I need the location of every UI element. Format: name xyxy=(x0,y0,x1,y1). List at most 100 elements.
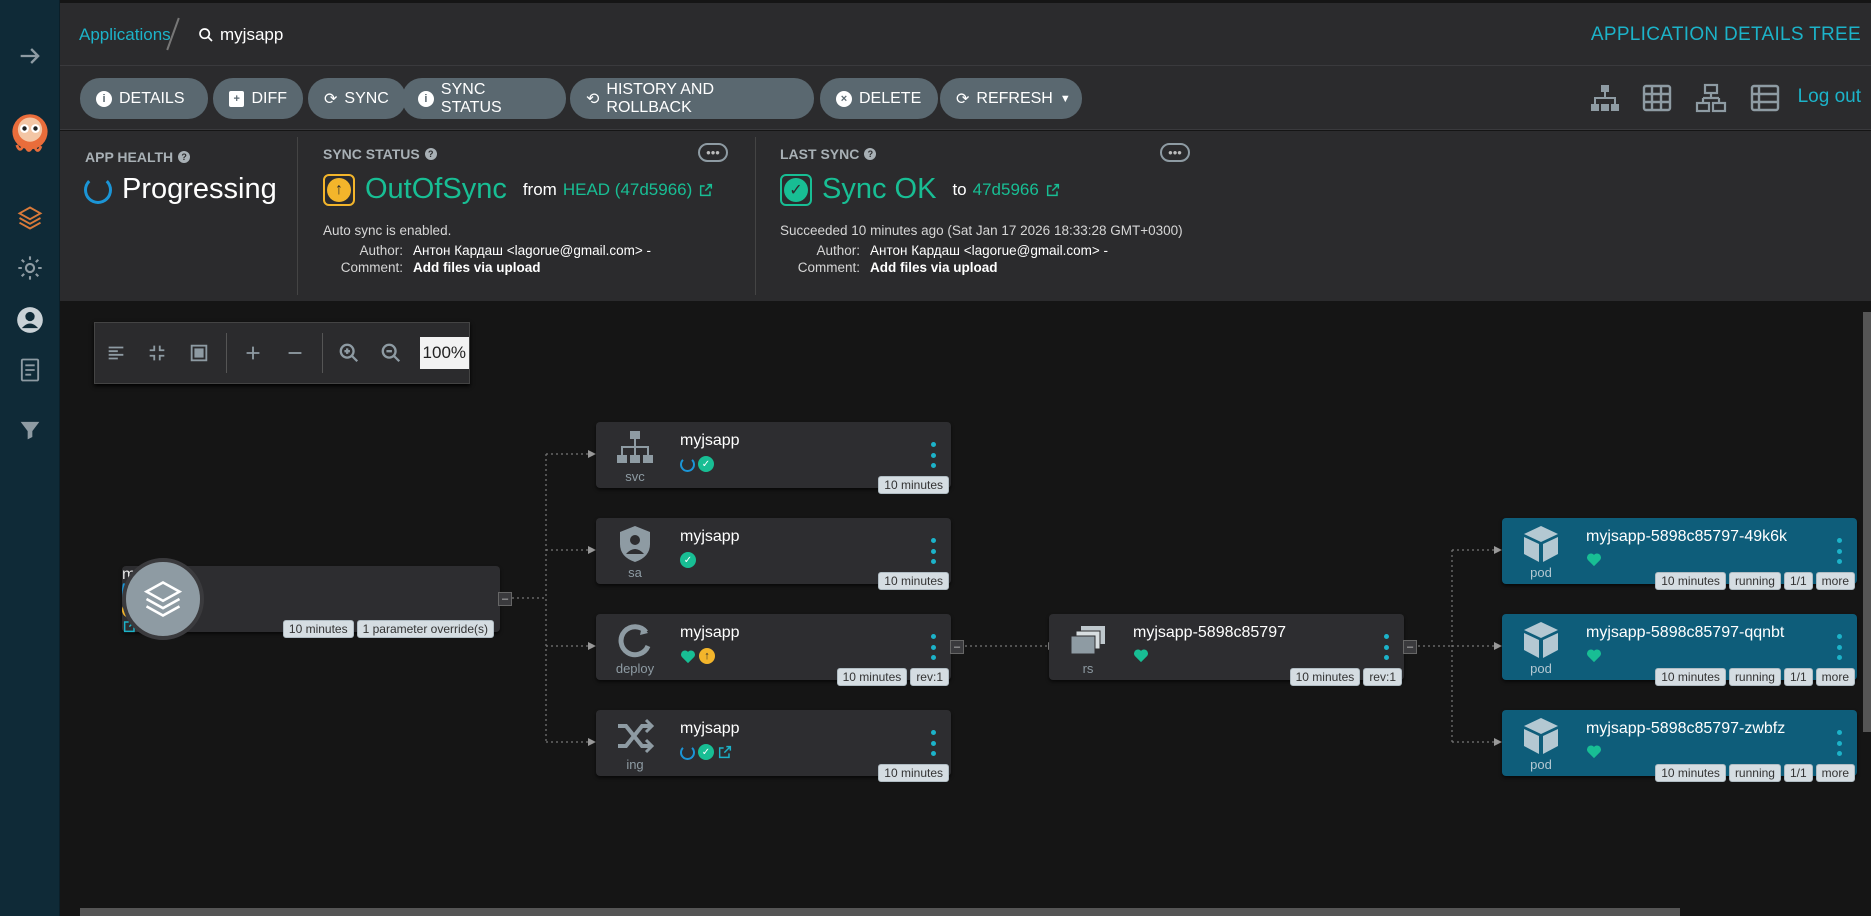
user-info-icon[interactable] xyxy=(0,300,60,340)
list-view-icon[interactable] xyxy=(1748,82,1782,114)
sync-status-more-button[interactable]: ••• xyxy=(698,143,728,162)
network-view-icon[interactable] xyxy=(1694,82,1728,114)
last-sync-heading: LAST SYNC ? xyxy=(780,146,877,162)
resource-node-deploy[interactable]: deploy myjsapp ↑ 10 minutes rev:1 xyxy=(596,614,951,686)
app-health-label: APP HEALTH xyxy=(85,149,174,165)
filter-icon[interactable] xyxy=(0,410,60,450)
kind-label: ing xyxy=(626,757,644,772)
vertical-scrollbar[interactable] xyxy=(1863,312,1871,732)
resource-node-pod[interactable]: pod myjsapp-5898c85797-49k6k 10 minutes … xyxy=(1502,518,1857,590)
search-icon xyxy=(199,28,213,42)
node-name: myjsapp-5898c85797-qqnbt xyxy=(1586,624,1785,641)
app-node[interactable]: myjsapp ↑ 10 minutes 1 parameter overrid… xyxy=(122,558,500,640)
history-rollback-button[interactable]: ⟲ HISTORY AND ROLLBACK xyxy=(570,78,814,119)
sync-revision-link[interactable]: HEAD (47d5966) xyxy=(563,180,692,200)
align-left-icon[interactable] xyxy=(95,333,137,373)
collapse-toggle[interactable]: – xyxy=(950,640,964,654)
delete-button[interactable]: × DELETE xyxy=(820,78,938,119)
sync-comment-row: Comment: Add files via upload xyxy=(323,260,541,275)
node-menu-button[interactable] xyxy=(1837,634,1843,660)
compact-icon[interactable] xyxy=(137,333,179,373)
documentation-icon[interactable] xyxy=(0,350,60,390)
argo-logo-icon[interactable] xyxy=(0,104,60,164)
app-health-text: Progressing xyxy=(122,173,277,205)
help-icon[interactable]: ? xyxy=(424,148,437,160)
resource-node-ing[interactable]: ing myjsapp ✓ 10 minutes xyxy=(596,710,951,782)
zoom-in-icon[interactable] xyxy=(329,333,371,373)
sync-label: SYNC xyxy=(344,89,389,107)
node-menu-button[interactable] xyxy=(1837,730,1843,756)
author-key: Author: xyxy=(359,243,403,258)
fit-to-screen-icon[interactable] xyxy=(178,333,220,373)
resource-node-pod[interactable]: pod myjsapp-5898c85797-zwbfz 10 minutes … xyxy=(1502,710,1857,782)
collapse-toggle[interactable]: – xyxy=(1403,640,1417,654)
tag-more[interactable]: more xyxy=(1815,668,1855,686)
node-name: myjsapp-5898c85797-zwbfz xyxy=(1586,720,1786,737)
external-link-icon[interactable] xyxy=(1045,182,1061,198)
progressing-spinner-icon xyxy=(84,175,112,204)
tag-more[interactable]: more xyxy=(1815,764,1855,782)
node-tags: 10 minutes xyxy=(878,764,949,782)
applications-stack-icon[interactable] xyxy=(0,198,60,238)
details-label: DETAILS xyxy=(119,89,185,107)
tag-revision: rev:1 xyxy=(910,668,949,686)
sync-button[interactable]: ⟳ SYNC xyxy=(308,78,406,119)
tag-more[interactable]: more xyxy=(1815,572,1855,590)
resource-node-svc[interactable]: svc myjsapp ✓ 10 minutes xyxy=(596,422,951,494)
tag-parameter-override: 1 parameter override(s) xyxy=(356,620,494,638)
zoom-out-icon[interactable] xyxy=(370,333,412,373)
tag-ready: 1/1 xyxy=(1783,668,1813,686)
external-link-icon[interactable] xyxy=(717,744,733,760)
last-sync-text: Sync OK xyxy=(822,173,937,205)
tag-age: 10 minutes xyxy=(1655,572,1726,590)
collapse-minus-icon[interactable] xyxy=(274,333,316,373)
breadcrumb-current-app[interactable]: myjsapp xyxy=(198,25,283,45)
node-name: myjsapp xyxy=(680,720,740,737)
expand-arrow-icon[interactable] xyxy=(0,36,60,76)
refresh-button[interactable]: ⟳ REFRESH ▼ xyxy=(940,78,1082,119)
settings-gear-icon[interactable] xyxy=(0,248,60,288)
node-menu-button[interactable] xyxy=(931,634,937,660)
sidebar xyxy=(0,0,60,916)
expand-plus-icon[interactable] xyxy=(233,333,275,373)
breadcrumb-applications-link[interactable]: Applications xyxy=(79,25,171,45)
node-status xyxy=(1133,648,1149,663)
resource-node-rs[interactable]: rs myjsapp-5898c85797 10 minutes rev:1 xyxy=(1049,614,1404,686)
healthy-heart-icon xyxy=(680,649,696,664)
pods-grid-view-icon[interactable] xyxy=(1640,82,1674,114)
last-sync-value: ✓ Sync OK to 47d5966 xyxy=(780,173,1061,206)
current-app-name: myjsapp xyxy=(220,25,284,44)
node-menu-button[interactable] xyxy=(931,442,937,468)
collapse-toggle[interactable]: – xyxy=(498,592,512,606)
ingress-shuffle-icon xyxy=(610,716,660,756)
pod-cube-icon xyxy=(1516,524,1566,564)
service-account-icon xyxy=(610,524,660,564)
resource-node-sa[interactable]: sa myjsapp ✓ 10 minutes xyxy=(596,518,951,590)
external-link-icon[interactable] xyxy=(698,182,714,198)
node-menu-button[interactable] xyxy=(1837,538,1843,564)
tag-ready: 1/1 xyxy=(1783,764,1813,782)
node-name: myjsapp-5898c85797 xyxy=(1133,624,1286,641)
tag-phase: running xyxy=(1728,572,1781,590)
node-menu-button[interactable] xyxy=(1384,634,1390,660)
diff-button[interactable]: + DIFF xyxy=(213,78,303,119)
tag-ready: 1/1 xyxy=(1783,572,1813,590)
author-value: Антон Кардаш <lagorue@gmail.com> - xyxy=(413,243,652,258)
tree-view-icon[interactable] xyxy=(1588,82,1622,114)
resource-tree-graph[interactable]: 100% myjsapp ↑ 10 minutes 1 parameter ov… xyxy=(60,302,1871,916)
close-circle-icon: × xyxy=(836,90,852,107)
resource-node-pod[interactable]: pod myjsapp-5898c85797-qqnbt 10 minutes … xyxy=(1502,614,1857,686)
node-menu-button[interactable] xyxy=(931,538,937,564)
details-button[interactable]: i DETAILS xyxy=(80,78,208,119)
last-sync-more-button[interactable]: ••• xyxy=(1160,143,1190,162)
help-icon[interactable]: ? xyxy=(864,148,877,160)
out-of-sync-icon: ↑ xyxy=(699,648,715,664)
last-sync-revision-link[interactable]: 47d5966 xyxy=(973,180,1039,200)
sync-status-button[interactable]: i SYNC STATUS xyxy=(402,78,566,119)
logout-link[interactable]: Log out xyxy=(1798,86,1861,108)
horizontal-scrollbar[interactable] xyxy=(80,908,1680,916)
node-tags: 10 minutes rev:1 xyxy=(836,668,949,686)
help-icon[interactable]: ? xyxy=(178,151,191,163)
tag-age: 10 minutes xyxy=(878,476,949,494)
node-menu-button[interactable] xyxy=(931,730,937,756)
